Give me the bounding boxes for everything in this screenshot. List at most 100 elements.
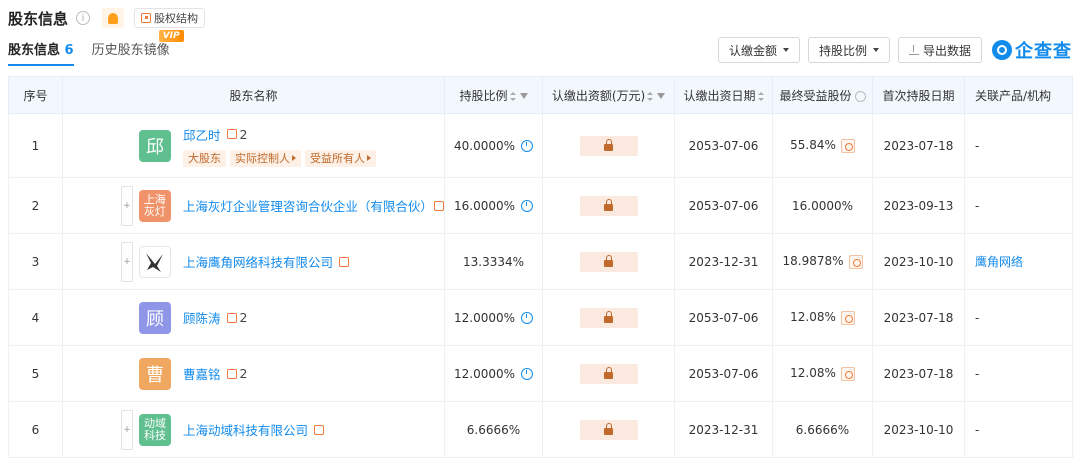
- tag-major-shareholder[interactable]: 大股东: [183, 149, 226, 167]
- lock-icon: [604, 138, 613, 151]
- ratio-value: 12.0000%: [453, 310, 516, 325]
- expand-icon[interactable]: +: [121, 241, 133, 282]
- ratio-value: 40.0000%: [453, 138, 516, 153]
- table-row: 2 + 上海 灰灯 上海灰灯企业管理咨询合伙企业（有限合伙） 16.0000% 2…: [8, 177, 1073, 234]
- tab-history-mirror[interactable]: 历史股东镜像 VIP: [91, 30, 184, 66]
- caret-right-icon: [367, 155, 371, 161]
- row-index: 2: [8, 177, 63, 234]
- bell-button[interactable]: [102, 8, 125, 28]
- related-product-link[interactable]: 鹰角网络: [975, 255, 1023, 269]
- export-button[interactable]: 导出数据: [897, 37, 982, 63]
- pie-chart-icon[interactable]: [521, 200, 534, 212]
- row-index: 3: [8, 233, 63, 290]
- row-index: 4: [8, 289, 63, 346]
- col-benefit-share: 最终受益股份: [772, 76, 873, 114]
- holder-name: 上海鹰角网络科技有限公司: [183, 255, 334, 270]
- sort-icon[interactable]: [509, 91, 516, 101]
- subscribed-date: 2053-07-06: [674, 177, 773, 234]
- holder-name-link[interactable]: 曹嘉铭 2: [183, 364, 247, 383]
- tab-count: 6: [64, 43, 74, 58]
- expand-icon[interactable]: +: [121, 185, 133, 226]
- avatar: 邱: [139, 129, 171, 162]
- tag-beneficial-owner[interactable]: 受益所有人: [305, 149, 376, 167]
- row-index: 6: [8, 401, 63, 458]
- tab-label: 历史股东镜像: [91, 43, 170, 58]
- first-hold-date: 2023-09-13: [872, 177, 965, 234]
- col-amount-label: 认缴出资额(万元): [551, 88, 646, 103]
- col-name: 股东名称: [62, 76, 445, 114]
- avatar: 动域 科技: [139, 413, 171, 446]
- ratio-value: 13.3334%: [444, 233, 543, 290]
- first-hold-date: 2023-07-18: [872, 113, 965, 178]
- col-subscribed-date[interactable]: 认缴出资日期: [674, 76, 773, 114]
- col-benefit-label: 最终受益股份: [779, 88, 852, 103]
- tag-label: 大股东: [188, 152, 221, 165]
- col-subscribed-amount[interactable]: 认缴出资额(万元): [542, 76, 675, 114]
- holder-name-link[interactable]: 上海鹰角网络科技有限公司: [183, 252, 350, 271]
- table-row: 3 + 上海鹰角网络科技有限公司 13.3334% 2023-12-31 18.…: [8, 233, 1073, 290]
- related-product: -: [964, 345, 1073, 402]
- benefit-value: 12.08%: [790, 310, 836, 325]
- pie-chart-icon[interactable]: [521, 312, 534, 324]
- pie-chart-icon[interactable]: [521, 140, 534, 152]
- holder-name-link[interactable]: 上海动域科技有限公司: [183, 420, 325, 439]
- amount-dropdown[interactable]: 认缴金额: [717, 37, 800, 63]
- equity-structure-label: 股权结构: [154, 12, 199, 25]
- ratio-dropdown[interactable]: 持股比例: [807, 37, 890, 63]
- locked-value[interactable]: [579, 307, 638, 328]
- table-header-row: 序号 股东名称 持股比例 认缴出资额(万元) 认缴出资日期 最终受益股份 首次持…: [8, 76, 1073, 114]
- benefit-value: 16.0000%: [772, 177, 873, 234]
- col-ratio[interactable]: 持股比例: [444, 76, 543, 114]
- tree-icon: [141, 13, 152, 23]
- sort-icon[interactable]: [647, 91, 654, 101]
- lock-icon: [604, 310, 613, 323]
- subscribed-date: 2053-07-06: [674, 289, 773, 346]
- vip-badge: VIP: [158, 30, 184, 42]
- avatar: 曹: [139, 357, 171, 390]
- company-logo: [139, 245, 171, 278]
- relation-count: 2: [239, 310, 248, 325]
- locked-value[interactable]: [579, 251, 638, 272]
- expand-icon[interactable]: +: [121, 409, 133, 450]
- help-icon[interactable]: [854, 90, 866, 102]
- holder-name: 顾陈涛: [183, 311, 221, 326]
- brand-text: 企查查: [1015, 41, 1072, 62]
- benefit-value: 12.08%: [790, 366, 836, 381]
- tab-shareholders[interactable]: 股东信息 6: [8, 40, 74, 66]
- beneficiary-icon[interactable]: [840, 310, 855, 325]
- lock-icon: [604, 422, 613, 435]
- lock-icon: [604, 198, 613, 211]
- benefit-value: 55.84%: [790, 138, 836, 153]
- equity-tree-icon[interactable]: [339, 256, 350, 267]
- holder-name-link[interactable]: 上海灰灯企业管理咨询合伙企业（有限合伙）: [183, 196, 444, 215]
- col-index: 序号: [8, 76, 63, 114]
- subscribed-date: 2023-12-31: [674, 401, 773, 458]
- pie-chart-icon[interactable]: [521, 368, 534, 380]
- holder-name-link[interactable]: 顾陈涛 2: [183, 308, 247, 327]
- beneficiary-icon[interactable]: [848, 254, 863, 269]
- equity-tree-icon[interactable]: [434, 200, 444, 211]
- holder-name: 上海动域科技有限公司: [183, 423, 309, 438]
- table-row: 5 曹 曹嘉铭 2 12.0000% 2053-07-06 12.08% 202…: [8, 345, 1073, 402]
- locked-value[interactable]: [579, 195, 638, 216]
- relation-count: 2: [239, 366, 248, 381]
- ratio-value: 6.6666%: [444, 401, 543, 458]
- beneficiary-icon[interactable]: [840, 138, 855, 153]
- beneficiary-icon[interactable]: [840, 366, 855, 381]
- amount-dropdown-label: 认缴金额: [728, 43, 777, 58]
- tag-actual-controller[interactable]: 实际控制人: [230, 149, 301, 167]
- first-hold-date: 2023-07-18: [872, 345, 965, 402]
- sort-icon[interactable]: [757, 91, 764, 101]
- filter-icon[interactable]: [519, 93, 528, 99]
- locked-value[interactable]: [579, 419, 638, 440]
- locked-value[interactable]: [579, 363, 638, 384]
- export-label: 导出数据: [922, 43, 971, 58]
- locked-value[interactable]: [579, 135, 638, 156]
- info-icon[interactable]: i: [76, 11, 91, 25]
- filter-icon[interactable]: [657, 93, 666, 99]
- ratio-value: 16.0000%: [453, 198, 516, 213]
- holder-name-link[interactable]: 邱乙时 2: [183, 125, 247, 144]
- first-hold-date: 2023-10-10: [872, 233, 965, 290]
- equity-structure-button[interactable]: 股权结构: [134, 8, 206, 28]
- equity-tree-icon[interactable]: [314, 424, 325, 435]
